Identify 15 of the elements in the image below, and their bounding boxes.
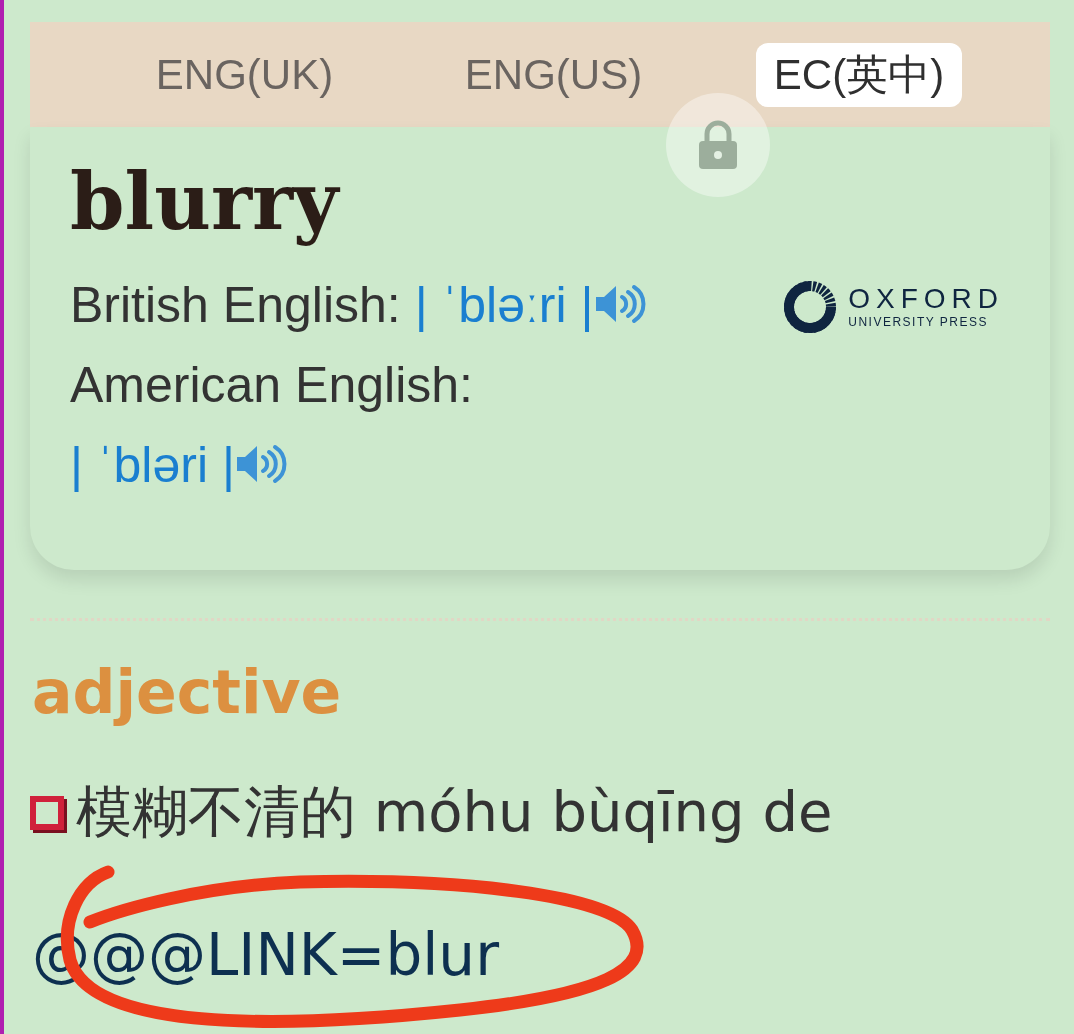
phonetic-link[interactable]: | ˈbləri |	[70, 436, 235, 493]
language-tab[interactable]: ENG(US)	[446, 46, 661, 103]
language-tab[interactable]: EC(英中)	[755, 42, 963, 107]
ring-logo-icon	[782, 278, 839, 335]
publisher-name: OXFORD	[848, 284, 1004, 315]
headword: blurry	[70, 155, 342, 249]
phonetic-link[interactable]: | ˈbləːri |	[414, 276, 594, 333]
language-tab[interactable]: ENG(UK)	[137, 46, 352, 103]
definition-text: 模糊不清的 móhu bùqīng de	[76, 778, 833, 846]
lock-icon	[696, 120, 740, 170]
pronunciation-label: American English:	[70, 355, 474, 415]
pronunciation-label: British English:	[70, 276, 401, 333]
publisher-subtitle: UNIVERSITY PRESS	[848, 314, 990, 329]
part-of-speech: adjective	[32, 657, 343, 727]
checkbox-icon	[30, 796, 64, 830]
